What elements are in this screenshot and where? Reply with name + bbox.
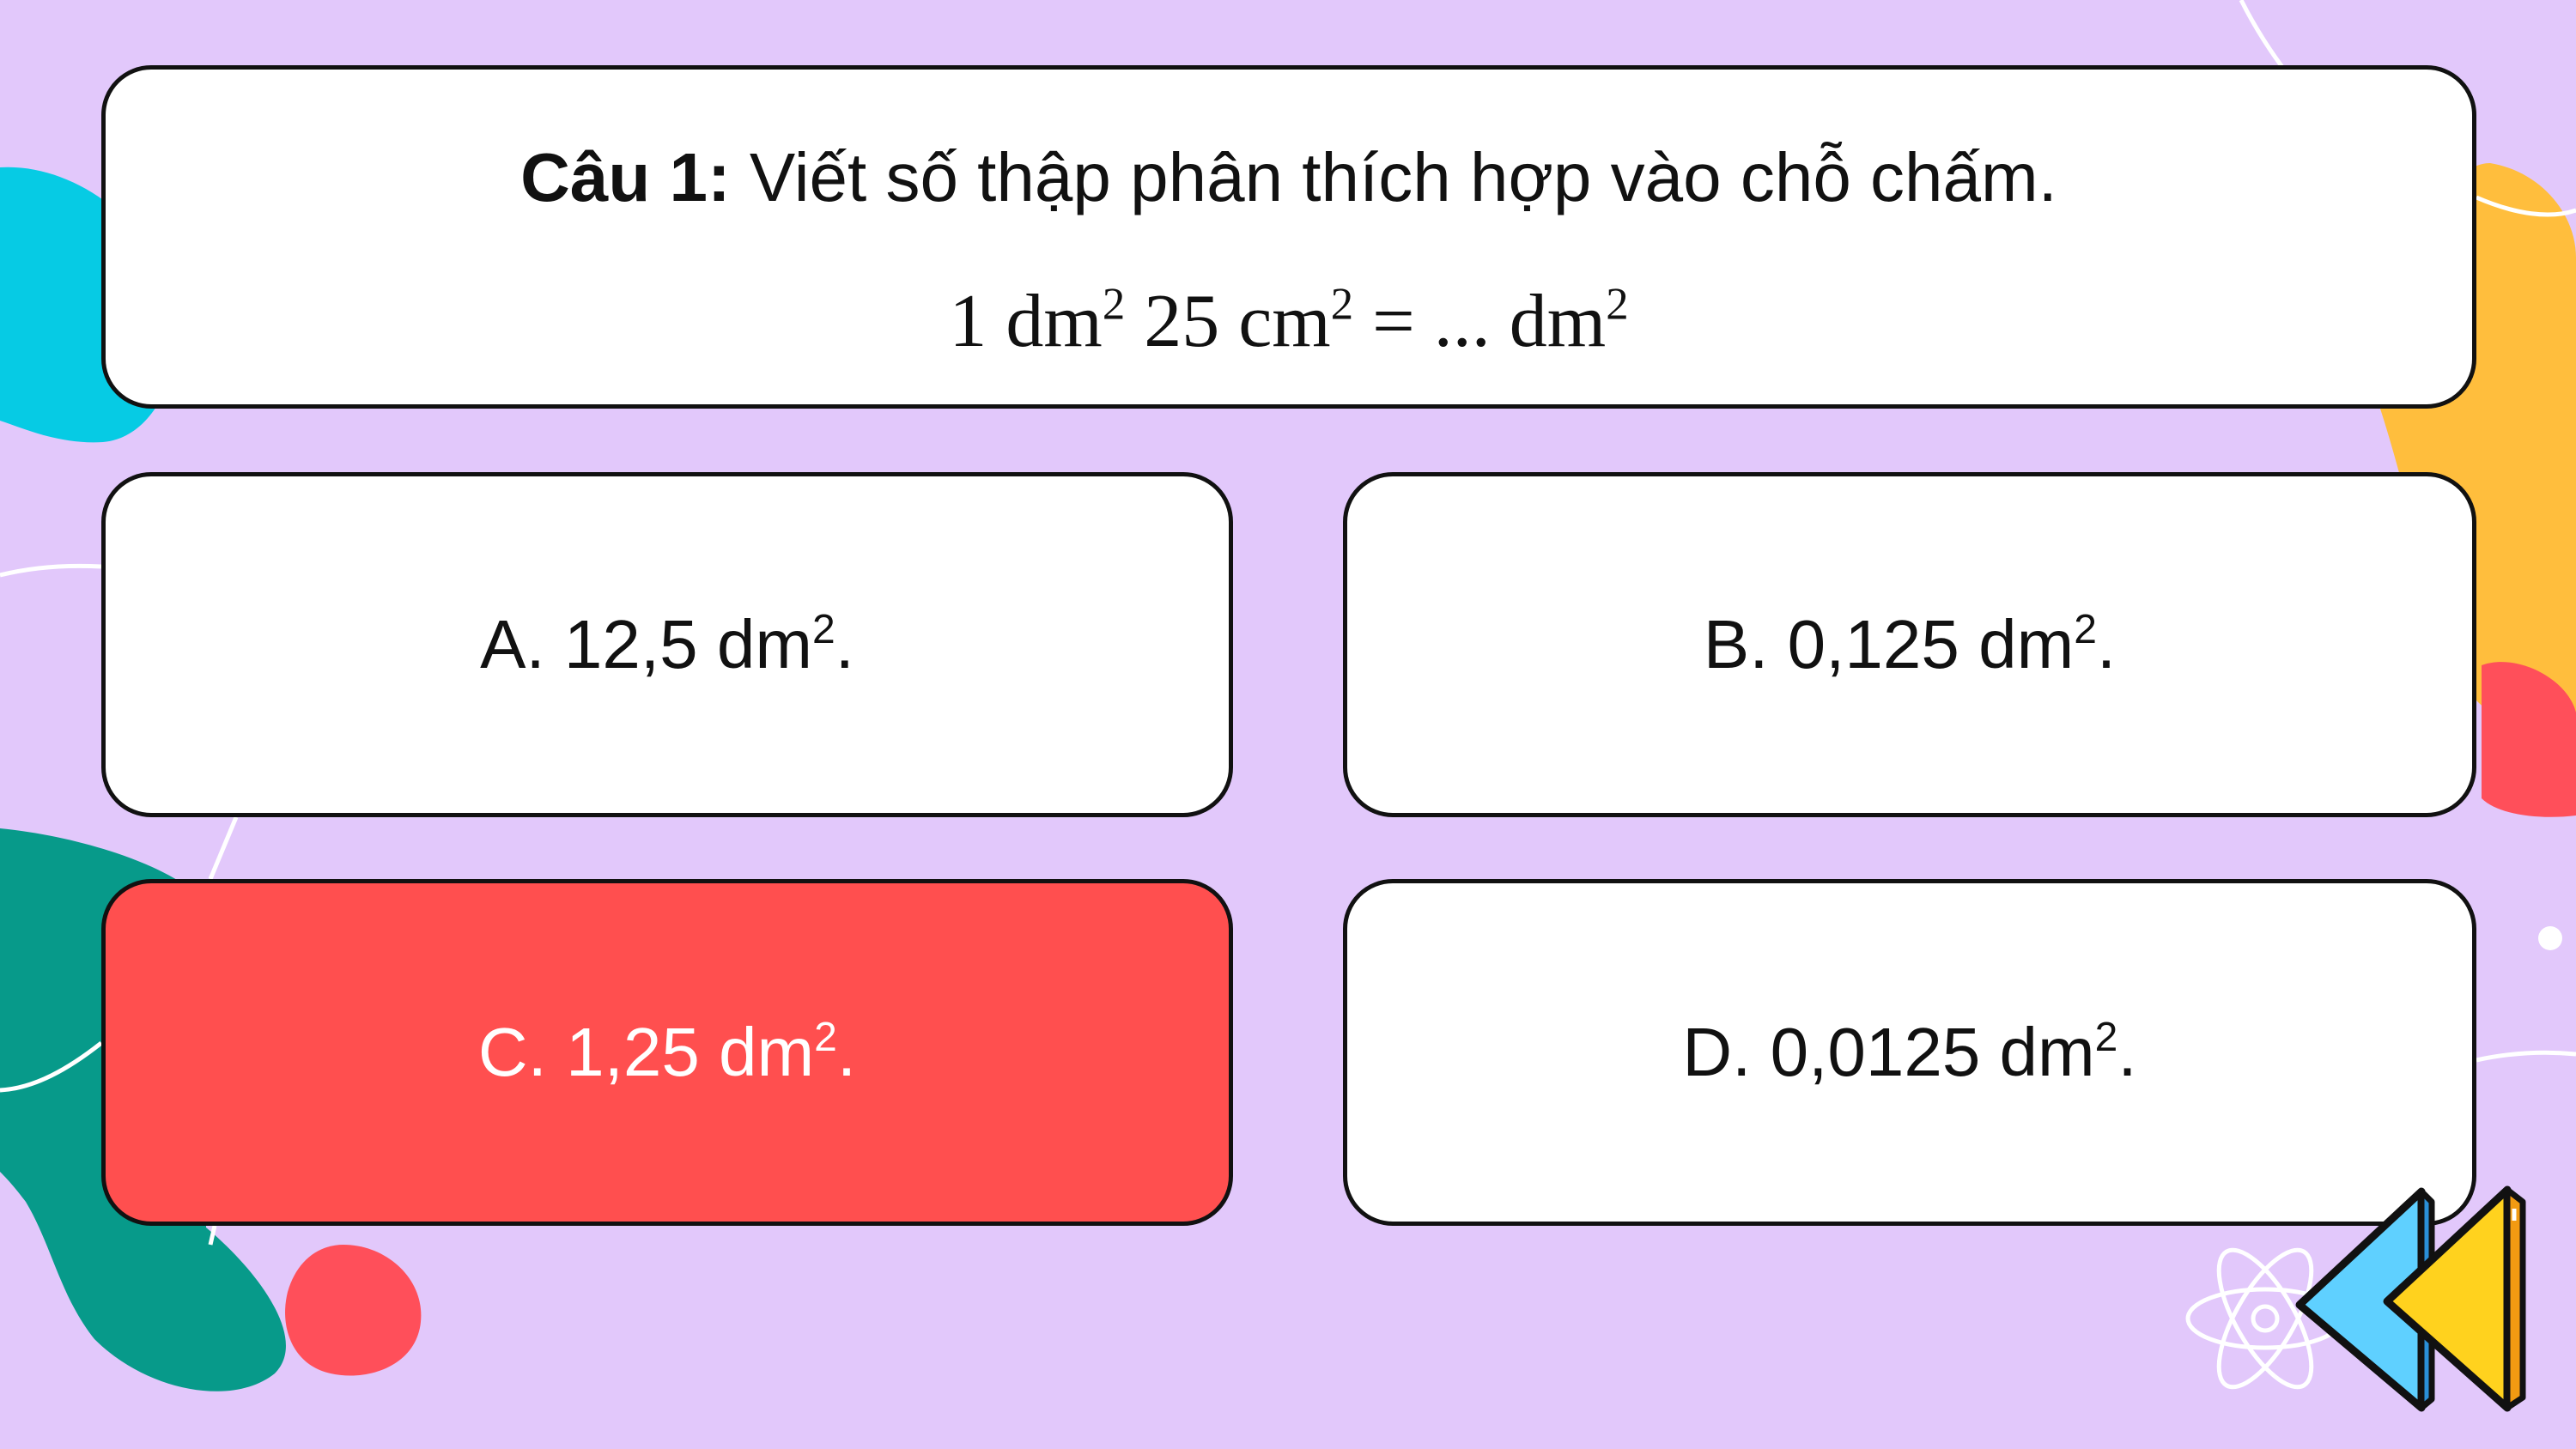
expression-part: 25 cm bbox=[1125, 280, 1331, 363]
question-text: Câu 1: Viết số thập phân thích hợp vào c… bbox=[106, 143, 2472, 212]
answer-option-a[interactable]: A. 12,5 dm2. bbox=[101, 472, 1233, 817]
red-blob-left bbox=[285, 1245, 422, 1376]
expression-part: = ... dm bbox=[1353, 280, 1607, 363]
expression-superscript: 2 bbox=[1102, 279, 1126, 330]
expression-superscript: 2 bbox=[1606, 279, 1629, 330]
answer-label: C. 1,25 dm2. bbox=[477, 1014, 857, 1090]
expression-superscript: 2 bbox=[1330, 279, 1354, 330]
answer-option-b[interactable]: B. 0,125 dm2. bbox=[1343, 472, 2476, 817]
answer-label: B. 0,125 dm2. bbox=[1703, 606, 2117, 682]
question-expression: 1 dm2 25 cm2 = ... dm2 bbox=[106, 282, 2472, 360]
double-chevron-left-icon bbox=[2295, 1185, 2526, 1412]
answer-option-d[interactable]: D. 0,0125 dm2. bbox=[1343, 879, 2476, 1226]
quiz-slide: Câu 1: Viết số thập phân thích hợp vào c… bbox=[0, 0, 2576, 1449]
question-card: Câu 1: Viết số thập phân thích hợp vào c… bbox=[101, 65, 2476, 409]
answer-option-c[interactable]: C. 1,25 dm2. bbox=[101, 879, 1233, 1226]
answer-label: D. 0,0125 dm2. bbox=[1682, 1014, 2137, 1090]
expression-part: 1 dm bbox=[949, 280, 1103, 363]
question-prompt: Viết số thập phân thích hợp vào chỗ chấm… bbox=[730, 139, 2057, 215]
back-button[interactable] bbox=[2293, 1183, 2533, 1416]
question-number: Câu 1: bbox=[520, 139, 731, 215]
answer-label: A. 12,5 dm2. bbox=[480, 606, 854, 682]
